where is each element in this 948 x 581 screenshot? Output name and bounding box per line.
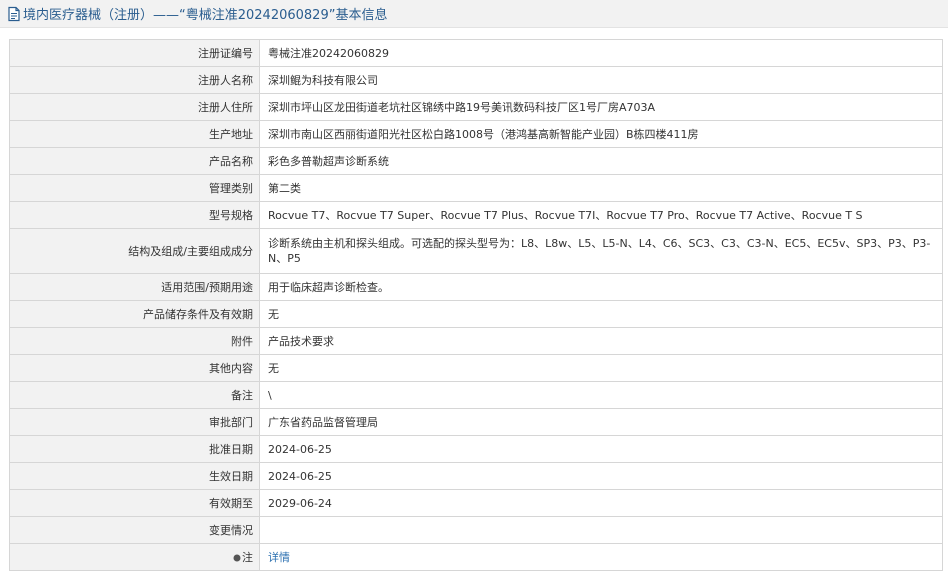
row-value: 深圳市坪山区龙田街道老坑社区锦绣中路19号美讯数码科技厂区1号厂房A703A	[259, 93, 943, 121]
row-label: 批准日期	[9, 435, 260, 463]
row-label: 其他内容	[9, 354, 260, 382]
note-value: 详情	[259, 543, 943, 571]
row-value: 用于临床超声诊断检查。	[259, 273, 943, 301]
row-value: 深圳鲲为科技有限公司	[259, 66, 943, 94]
note-row: 注 详情	[9, 543, 943, 571]
row-value: 粤械注准20242060829	[259, 39, 943, 67]
table-row: 审批部门 广东省药品监督管理局	[9, 408, 943, 436]
row-value: 广东省药品监督管理局	[259, 408, 943, 436]
row-label: 产品名称	[9, 147, 260, 175]
table-row: 管理类别 第二类	[9, 174, 943, 202]
row-label: 生产地址	[9, 120, 260, 148]
row-value: \	[259, 381, 943, 409]
note-label: 注	[242, 550, 253, 564]
row-value: Rocvue T7、Rocvue T7 Super、Rocvue T7 Plus…	[259, 201, 943, 229]
table-row: 有效期至 2029-06-24	[9, 489, 943, 517]
table-row: 备注 \	[9, 381, 943, 409]
table-row: 附件 产品技术要求	[9, 327, 943, 355]
table-row: 产品名称 彩色多普勒超声诊断系统	[9, 147, 943, 175]
row-label: 附件	[9, 327, 260, 355]
table-row: 产品储存条件及有效期 无	[9, 300, 943, 328]
table-row: 型号规格 Rocvue T7、Rocvue T7 Super、Rocvue T7…	[9, 201, 943, 229]
table-row: 其他内容 无	[9, 354, 943, 382]
bullet-icon	[233, 554, 241, 561]
table-row: 生效日期 2024-06-25	[9, 462, 943, 490]
row-label: 变更情况	[9, 516, 260, 544]
row-value: 2024-06-25	[259, 462, 943, 490]
table-row: 变更情况	[9, 516, 943, 544]
table-row: 批准日期 2024-06-25	[9, 435, 943, 463]
row-value: 诊断系统由主机和探头组成。可选配的探头型号为：L8、L8w、L5、L5-N、L4…	[259, 228, 943, 274]
row-value: 无	[259, 300, 943, 328]
row-label: 产品储存条件及有效期	[9, 300, 260, 328]
details-link[interactable]: 详情	[268, 551, 290, 564]
info-table: 注册证编号 粤械注准20242060829 注册人名称 深圳鲲为科技有限公司 注…	[9, 39, 943, 571]
table-row: 生产地址 深圳市南山区西丽街道阳光社区松白路1008号（港鸿基高新智能产业园）B…	[9, 120, 943, 148]
row-value: 无	[259, 354, 943, 382]
document-icon	[8, 6, 20, 21]
row-label: 型号规格	[9, 201, 260, 229]
row-label: 注册人住所	[9, 93, 260, 121]
table-row: 注册证编号 粤械注准20242060829	[9, 39, 943, 67]
row-value: 产品技术要求	[259, 327, 943, 355]
row-label: 结构及组成/主要组成成分	[9, 228, 260, 274]
row-label: 备注	[9, 381, 260, 409]
table-row: 注册人名称 深圳鲲为科技有限公司	[9, 66, 943, 94]
page-header: 境内医疗器械（注册）——“粤械注准20242060829”基本信息	[0, 0, 948, 28]
row-label: 生效日期	[9, 462, 260, 490]
table-row: 结构及组成/主要组成成分 诊断系统由主机和探头组成。可选配的探头型号为：L8、L…	[9, 228, 943, 274]
table-row: 注册人住所 深圳市坪山区龙田街道老坑社区锦绣中路19号美讯数码科技厂区1号厂房A…	[9, 93, 943, 121]
row-value	[259, 516, 943, 544]
row-label: 管理类别	[9, 174, 260, 202]
row-label: 有效期至	[9, 489, 260, 517]
row-value: 2029-06-24	[259, 489, 943, 517]
row-value: 彩色多普勒超声诊断系统	[259, 147, 943, 175]
page-title: 境内医疗器械（注册）——“粤械注准20242060829”基本信息	[23, 8, 388, 23]
row-value: 第二类	[259, 174, 943, 202]
table-row: 适用范围/预期用途 用于临床超声诊断检查。	[9, 273, 943, 301]
row-label: 审批部门	[9, 408, 260, 436]
row-label: 注册证编号	[9, 39, 260, 67]
row-label: 适用范围/预期用途	[9, 273, 260, 301]
note-label-cell: 注	[9, 543, 260, 571]
row-label: 注册人名称	[9, 66, 260, 94]
row-value: 深圳市南山区西丽街道阳光社区松白路1008号（港鸿基高新智能产业园）B栋四楼41…	[259, 120, 943, 148]
row-value: 2024-06-25	[259, 435, 943, 463]
